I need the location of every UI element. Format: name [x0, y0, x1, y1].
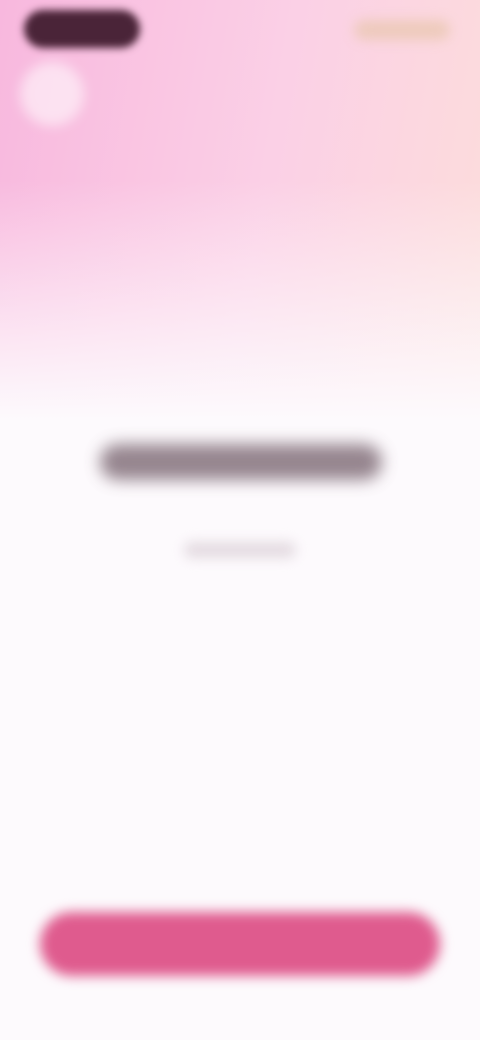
page-subtitle [184, 542, 296, 558]
app-screen [0, 0, 480, 1040]
circle-icon[interactable] [20, 62, 84, 126]
primary-button[interactable] [40, 912, 440, 976]
status-bar [0, 0, 480, 60]
page-title [100, 444, 382, 480]
status-indicators [354, 20, 450, 40]
status-pill [24, 10, 140, 48]
